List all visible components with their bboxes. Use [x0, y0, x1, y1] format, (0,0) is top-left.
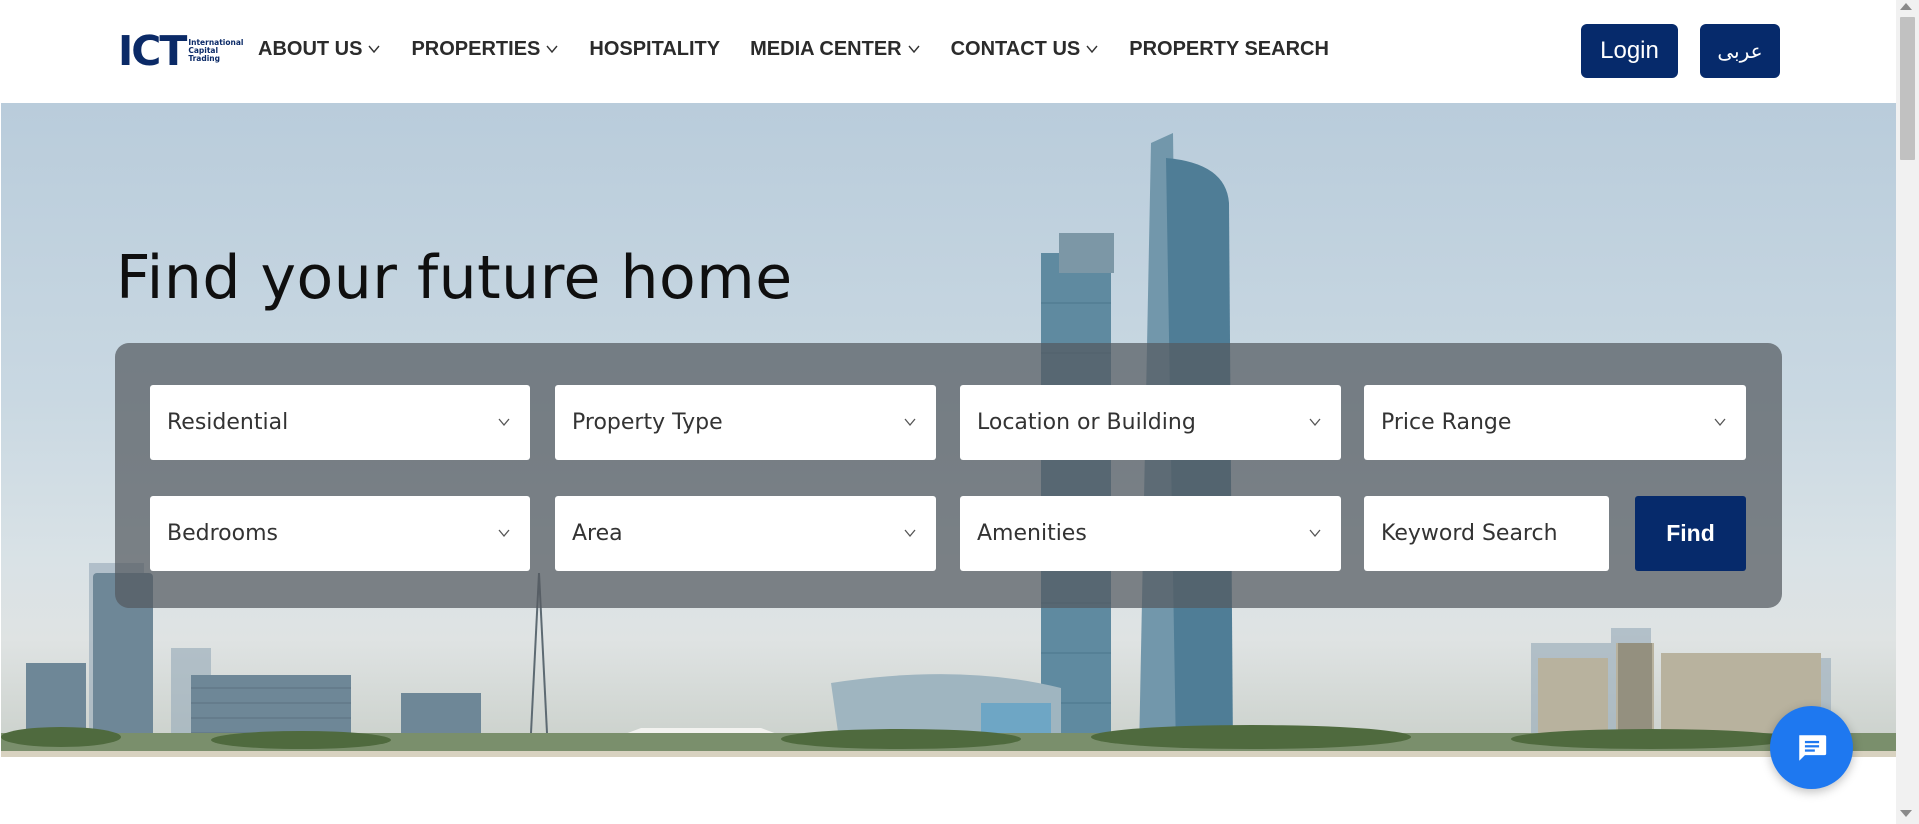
nav-properties[interactable]: PROPERTIES [411, 38, 559, 61]
chevron-down-icon [1086, 45, 1098, 53]
select-value: Area [572, 521, 623, 546]
scrollbar-thumb[interactable] [1900, 17, 1915, 160]
chevron-down-icon [546, 45, 558, 53]
logo-mark: ICT [118, 26, 187, 75]
chevron-down-icon [908, 45, 920, 53]
nav-label: ABOUT US [258, 38, 363, 60]
hero-headline: Find your future home [116, 243, 793, 313]
chevron-down-icon [1309, 418, 1321, 427]
select-value: Bedrooms [167, 521, 278, 546]
scroll-up-arrow[interactable] [1900, 3, 1912, 10]
select-value: Price Range [1381, 410, 1512, 435]
property-type-select[interactable]: Property Type [555, 385, 936, 460]
chevron-down-icon [1309, 529, 1321, 538]
nav-label: CONTACT US [950, 38, 1081, 60]
chevron-down-icon [498, 418, 510, 427]
select-value: Location or Building [977, 410, 1196, 435]
select-value: Residential [167, 410, 289, 435]
chevron-down-icon [498, 529, 510, 538]
area-select[interactable]: Area [555, 496, 936, 571]
nav-label: HOSPITALITY [589, 38, 721, 60]
select-value: Property Type [572, 410, 723, 435]
chat-widget-button[interactable] [1770, 706, 1853, 789]
find-button[interactable]: Find [1635, 496, 1746, 571]
keyword-search-input[interactable] [1381, 521, 1609, 546]
nav-label: MEDIA CENTER [750, 38, 902, 60]
chat-bubble-icon [1798, 734, 1826, 761]
bedrooms-select[interactable]: Bedrooms [150, 496, 530, 571]
nav-label: PROPERTY SEARCH [1129, 38, 1329, 60]
site-header: ICT International Capital Trading ABOUT … [0, 0, 1896, 103]
chevron-down-icon [368, 45, 380, 53]
price-range-select[interactable]: Price Range [1364, 385, 1746, 460]
login-button[interactable]: Login [1581, 24, 1678, 78]
chevron-down-icon [904, 418, 916, 427]
keyword-search-field[interactable] [1364, 496, 1609, 571]
nav-contact-us[interactable]: CONTACT US [951, 38, 1100, 61]
select-value: Amenities [977, 521, 1087, 546]
nav-hospitality[interactable]: HOSPITALITY [589, 38, 720, 61]
ict-logo[interactable]: ICT International Capital Trading [118, 30, 244, 72]
logo-subtitle: International Capital Trading [188, 38, 244, 63]
amenities-select[interactable]: Amenities [960, 496, 1341, 571]
category-select[interactable]: Residential [150, 385, 530, 460]
main-nav: ABOUT US PROPERTIES HOSPITALITY MEDIA CE… [258, 38, 1359, 61]
nav-property-search[interactable]: PROPERTY SEARCH [1129, 38, 1329, 61]
chevron-down-icon [1714, 418, 1726, 427]
nav-about-us[interactable]: ABOUT US [258, 38, 381, 61]
language-toggle-button[interactable]: عربى [1700, 24, 1780, 78]
scroll-down-arrow[interactable] [1900, 810, 1912, 817]
nav-media-center[interactable]: MEDIA CENTER [750, 38, 920, 61]
nav-label: PROPERTIES [411, 38, 541, 60]
chevron-down-icon [904, 529, 916, 538]
location-select[interactable]: Location or Building [960, 385, 1341, 460]
